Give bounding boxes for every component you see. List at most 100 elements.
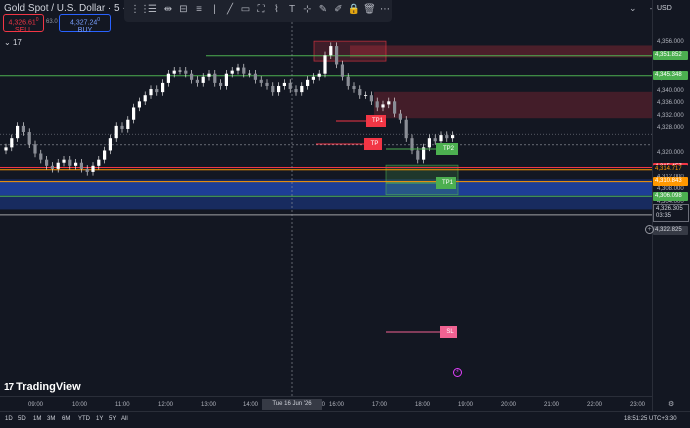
candle-body <box>398 113 402 120</box>
range-button-ytd[interactable]: YTD <box>78 416 90 422</box>
candle-body <box>27 132 31 145</box>
price-tick-label: 4,336.000 <box>657 100 684 107</box>
price-tick-label: 4,332.000 <box>657 112 684 119</box>
parallel-channel-tool-icon[interactable]: ⊟ <box>177 3 191 17</box>
lock-tool-icon[interactable]: 🔒 <box>347 3 361 17</box>
range-button-1y[interactable]: 1Y <box>96 416 103 422</box>
trash-tool-icon[interactable]: 🗑 <box>363 3 377 17</box>
candle-body <box>451 135 455 139</box>
candle-body <box>56 162 60 169</box>
candle-body <box>230 70 234 74</box>
tp1-upper-marker[interactable]: TP1 <box>366 115 386 127</box>
tradingview-logo[interactable]: 17 TradingView <box>4 381 81 393</box>
horizontal-line-tool-icon[interactable]: ☰ <box>146 3 160 17</box>
settings-icon[interactable]: ⚙ <box>668 400 674 408</box>
candle-body <box>120 125 124 129</box>
candle-body <box>433 138 437 142</box>
candle-body <box>277 85 281 93</box>
candle-body <box>178 70 182 72</box>
pencil-tool-icon[interactable]: ✐ <box>332 3 346 17</box>
frame-tool-icon[interactable]: ⛶ <box>254 3 268 17</box>
range-button-1m[interactable]: 1M <box>33 416 41 422</box>
candle-body <box>39 153 43 160</box>
buy-label: BUY <box>77 27 93 35</box>
collapse-indicators-button[interactable]: ⌄ 17 <box>4 38 22 47</box>
candle-body <box>10 138 14 148</box>
range-button-6m[interactable]: 6M <box>62 416 70 422</box>
candle-body <box>369 95 373 102</box>
candle-body <box>143 95 147 102</box>
sl-marker[interactable]: SL <box>440 326 457 338</box>
candle-body <box>50 165 54 169</box>
candle-body <box>166 73 170 83</box>
chevron-down-icon: ⌄ <box>4 38 11 47</box>
candle-body <box>340 64 344 77</box>
range-button-5y[interactable]: 5Y <box>109 416 116 422</box>
price-tick-label: 4,320.000 <box>657 149 684 156</box>
price-tick-label: 4,340.000 <box>657 88 684 95</box>
time-tick-label: 23:00 <box>630 402 646 408</box>
candle-body <box>91 165 95 172</box>
candle-body <box>282 82 286 86</box>
reorder-tool-icon[interactable]: ⋮⋮ <box>130 3 150 17</box>
time-tick-label: 19:00 <box>458 402 474 408</box>
time-tick-label: 20:00 <box>501 402 517 408</box>
ray-tool-icon[interactable]: ⇹ <box>161 3 175 17</box>
range-button-5d[interactable]: 5D <box>18 416 26 422</box>
add-alert-icon[interactable]: + <box>645 225 654 234</box>
trend-line-tool-icon[interactable]: ╱ <box>223 3 237 17</box>
buy-price: 4,327.240 <box>69 17 101 27</box>
candle-body <box>155 89 159 93</box>
candle-body <box>248 73 252 75</box>
range-button-1d[interactable]: 1D <box>5 416 13 422</box>
range-button-all[interactable]: All <box>121 416 128 422</box>
candle-body <box>253 73 257 80</box>
measure-tool-icon[interactable]: ⊹ <box>301 3 315 17</box>
candle-body <box>213 73 217 83</box>
entry-marker[interactable]: TP <box>364 138 382 150</box>
range-button-3m[interactable]: 3M <box>47 416 55 422</box>
candle-body <box>4 147 8 151</box>
more-tool-icon[interactable]: ⋯ <box>378 3 392 17</box>
fib-tool-icon[interactable]: ≡ <box>192 3 206 17</box>
candle-body <box>16 125 20 139</box>
chevron-down-icon[interactable]: ⌄ <box>629 3 637 14</box>
candle-body <box>236 67 240 71</box>
candle-body <box>161 82 165 93</box>
time-tick-label: 18:00 <box>415 402 431 408</box>
candle-body <box>103 150 107 160</box>
vertical-line-tool-icon[interactable]: | <box>208 3 222 17</box>
candle-body <box>346 76 350 86</box>
tradingview-logo-text: TradingView <box>16 381 81 393</box>
candle-body <box>224 73 228 86</box>
supply-zone-middle <box>374 91 652 119</box>
sell-price: 4,326.610 <box>8 17 39 27</box>
buy-button[interactable]: 4,327.240 BUY <box>59 14 111 35</box>
time-tick-label: 16:00 <box>329 402 345 408</box>
candle-body <box>445 135 449 139</box>
time-tick-label: 10:00 <box>72 402 88 408</box>
candle-body <box>97 159 101 166</box>
trading-chart-window: Gold Spot / U.S. Dollar · 5 · OAND 4,326… <box>0 0 690 428</box>
drawing-toolbar: ⋮⋮ ☰ ⇹ ⊟ ≡ | ╱ ▭ ⛶ ⌇ T ⊹ ✎ ✐ 🔒 🗑 ⋯ <box>124 0 392 22</box>
clock[interactable]: 18:51:25 UTC+3:30 <box>624 416 677 422</box>
candle-body <box>300 85 304 93</box>
tp1-lower-marker[interactable]: TP1 <box>436 177 456 189</box>
time-tick-label: 13:00 <box>201 402 217 408</box>
currency-label[interactable]: USD <box>657 5 672 12</box>
lightning-icon[interactable]: ⚡ <box>453 368 462 377</box>
crosshair-time-label: Tue 16 Jun '26 <box>262 399 322 410</box>
time-tick-label: 22:00 <box>587 402 603 408</box>
price-chart[interactable] <box>0 0 690 428</box>
path-tool-icon[interactable]: ⌇ <box>270 3 284 17</box>
candle-body <box>79 162 83 169</box>
current-price-label: 4,326.305 03:35 <box>653 204 689 222</box>
tp2-marker[interactable]: TP2 <box>436 143 458 155</box>
sell-button[interactable]: 4,326.610 SELL <box>3 14 44 34</box>
crosshair-price-label: 4,322.825 <box>653 226 688 235</box>
rectangle-tool-icon[interactable]: ▭ <box>239 3 253 17</box>
brush-tool-icon[interactable]: ✎ <box>316 3 330 17</box>
candle-body <box>137 101 141 108</box>
text-tool-icon[interactable]: T <box>285 3 299 17</box>
candle-body <box>311 76 315 80</box>
